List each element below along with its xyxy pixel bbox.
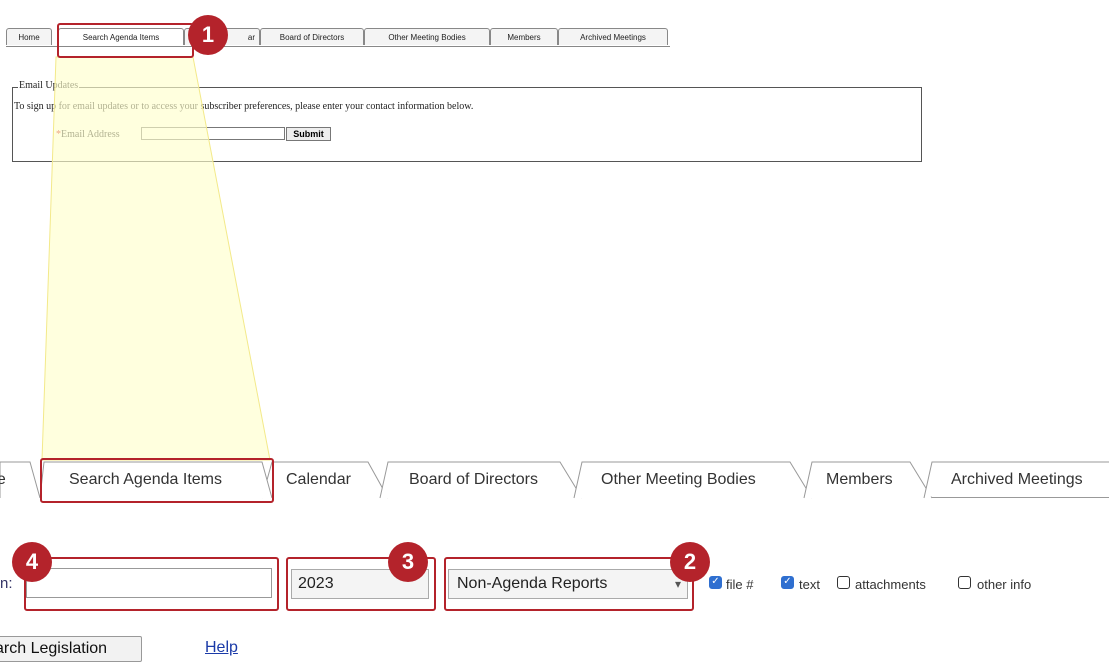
search-label: n: bbox=[0, 575, 13, 592]
top-tab-archived-meetings[interactable]: Archived Meetings bbox=[558, 28, 668, 45]
search-legislation-label: arch Legislation bbox=[0, 640, 108, 657]
email-address-text: Email Address bbox=[61, 129, 120, 140]
top-tab-bar: Home Search Agenda Items ar Board of Dir… bbox=[6, 28, 676, 47]
email-address-input[interactable] bbox=[141, 127, 285, 140]
top-tab-board-label: Board of Directors bbox=[279, 33, 345, 42]
top-tab-archived-label: Archived Meetings bbox=[580, 33, 646, 42]
email-updates-legend: Email Updates bbox=[18, 80, 80, 91]
type-select-value: Non-Agenda Reports bbox=[457, 575, 608, 592]
top-tab-search-label: Search Agenda Items bbox=[82, 33, 160, 42]
attachments-checkbox[interactable] bbox=[837, 576, 850, 589]
email-address-label: *Email Address bbox=[56, 129, 120, 140]
top-tab-other-label: Other Meeting Bodies bbox=[388, 33, 466, 42]
big-tab-search-agenda-items[interactable]: Search Agenda Items bbox=[69, 462, 222, 498]
top-tab-members-label: Members bbox=[507, 33, 541, 42]
keyword-search-input[interactable] bbox=[26, 568, 272, 598]
big-tab-board-of-directors[interactable]: Board of Directors bbox=[409, 462, 538, 498]
big-tab-members-label: Members bbox=[826, 471, 893, 488]
top-tab-other-meeting-bodies[interactable]: Other Meeting Bodies bbox=[364, 28, 490, 45]
year-select-value: 2023 bbox=[298, 575, 334, 592]
text-checkbox[interactable]: ✓ bbox=[781, 576, 794, 589]
top-tab-board-of-directors[interactable]: Board of Directors bbox=[260, 28, 364, 45]
submit-button[interactable]: Submit bbox=[286, 127, 331, 141]
type-select[interactable]: Non-Agenda Reports ▾ bbox=[448, 569, 688, 599]
big-tab-calendar-label: Calendar bbox=[286, 471, 351, 488]
top-tab-home-label: Home bbox=[18, 33, 40, 42]
top-tab-members[interactable]: Members bbox=[490, 28, 558, 45]
search-legislation-button[interactable]: arch Legislation bbox=[0, 636, 142, 662]
big-tab-home-label: ne bbox=[0, 471, 6, 488]
callout-badge-2: 2 bbox=[670, 542, 710, 582]
big-tab-archived-label: Archived Meetings bbox=[951, 471, 1083, 488]
top-tab-search-agenda-items[interactable]: Search Agenda Items bbox=[58, 28, 184, 45]
callout-badge-4: 4 bbox=[12, 542, 52, 582]
attachments-label: attachments bbox=[855, 577, 926, 592]
other-info-checkbox[interactable] bbox=[958, 576, 971, 589]
file-number-checkbox[interactable]: ✓ bbox=[709, 576, 722, 589]
callout-badge-3: 3 bbox=[388, 542, 428, 582]
big-tab-members[interactable]: Members bbox=[826, 462, 893, 498]
top-tab-home[interactable]: Home bbox=[6, 28, 52, 45]
big-tab-other-label: Other Meeting Bodies bbox=[601, 471, 756, 488]
top-tab-calendar-label: ar bbox=[247, 33, 255, 42]
callout-badge-1: 1 bbox=[188, 15, 228, 55]
big-tab-search-label: Search Agenda Items bbox=[69, 471, 222, 488]
file-number-label: file # bbox=[726, 577, 754, 592]
big-tab-calendar[interactable]: Calendar bbox=[286, 462, 351, 498]
big-tab-archived-meetings[interactable]: Archived Meetings bbox=[951, 462, 1083, 498]
text-label: text bbox=[799, 577, 820, 592]
big-tab-home[interactable]: ne bbox=[0, 462, 18, 498]
email-updates-fieldset bbox=[12, 87, 922, 162]
top-tab-divider bbox=[6, 46, 670, 47]
big-tab-board-label: Board of Directors bbox=[409, 471, 538, 488]
other-info-label: other info bbox=[977, 577, 1032, 592]
big-tab-other-meeting-bodies[interactable]: Other Meeting Bodies bbox=[601, 462, 756, 498]
email-updates-description: To sign up for email updates or to acces… bbox=[14, 101, 474, 112]
help-link[interactable]: Help bbox=[205, 639, 238, 657]
